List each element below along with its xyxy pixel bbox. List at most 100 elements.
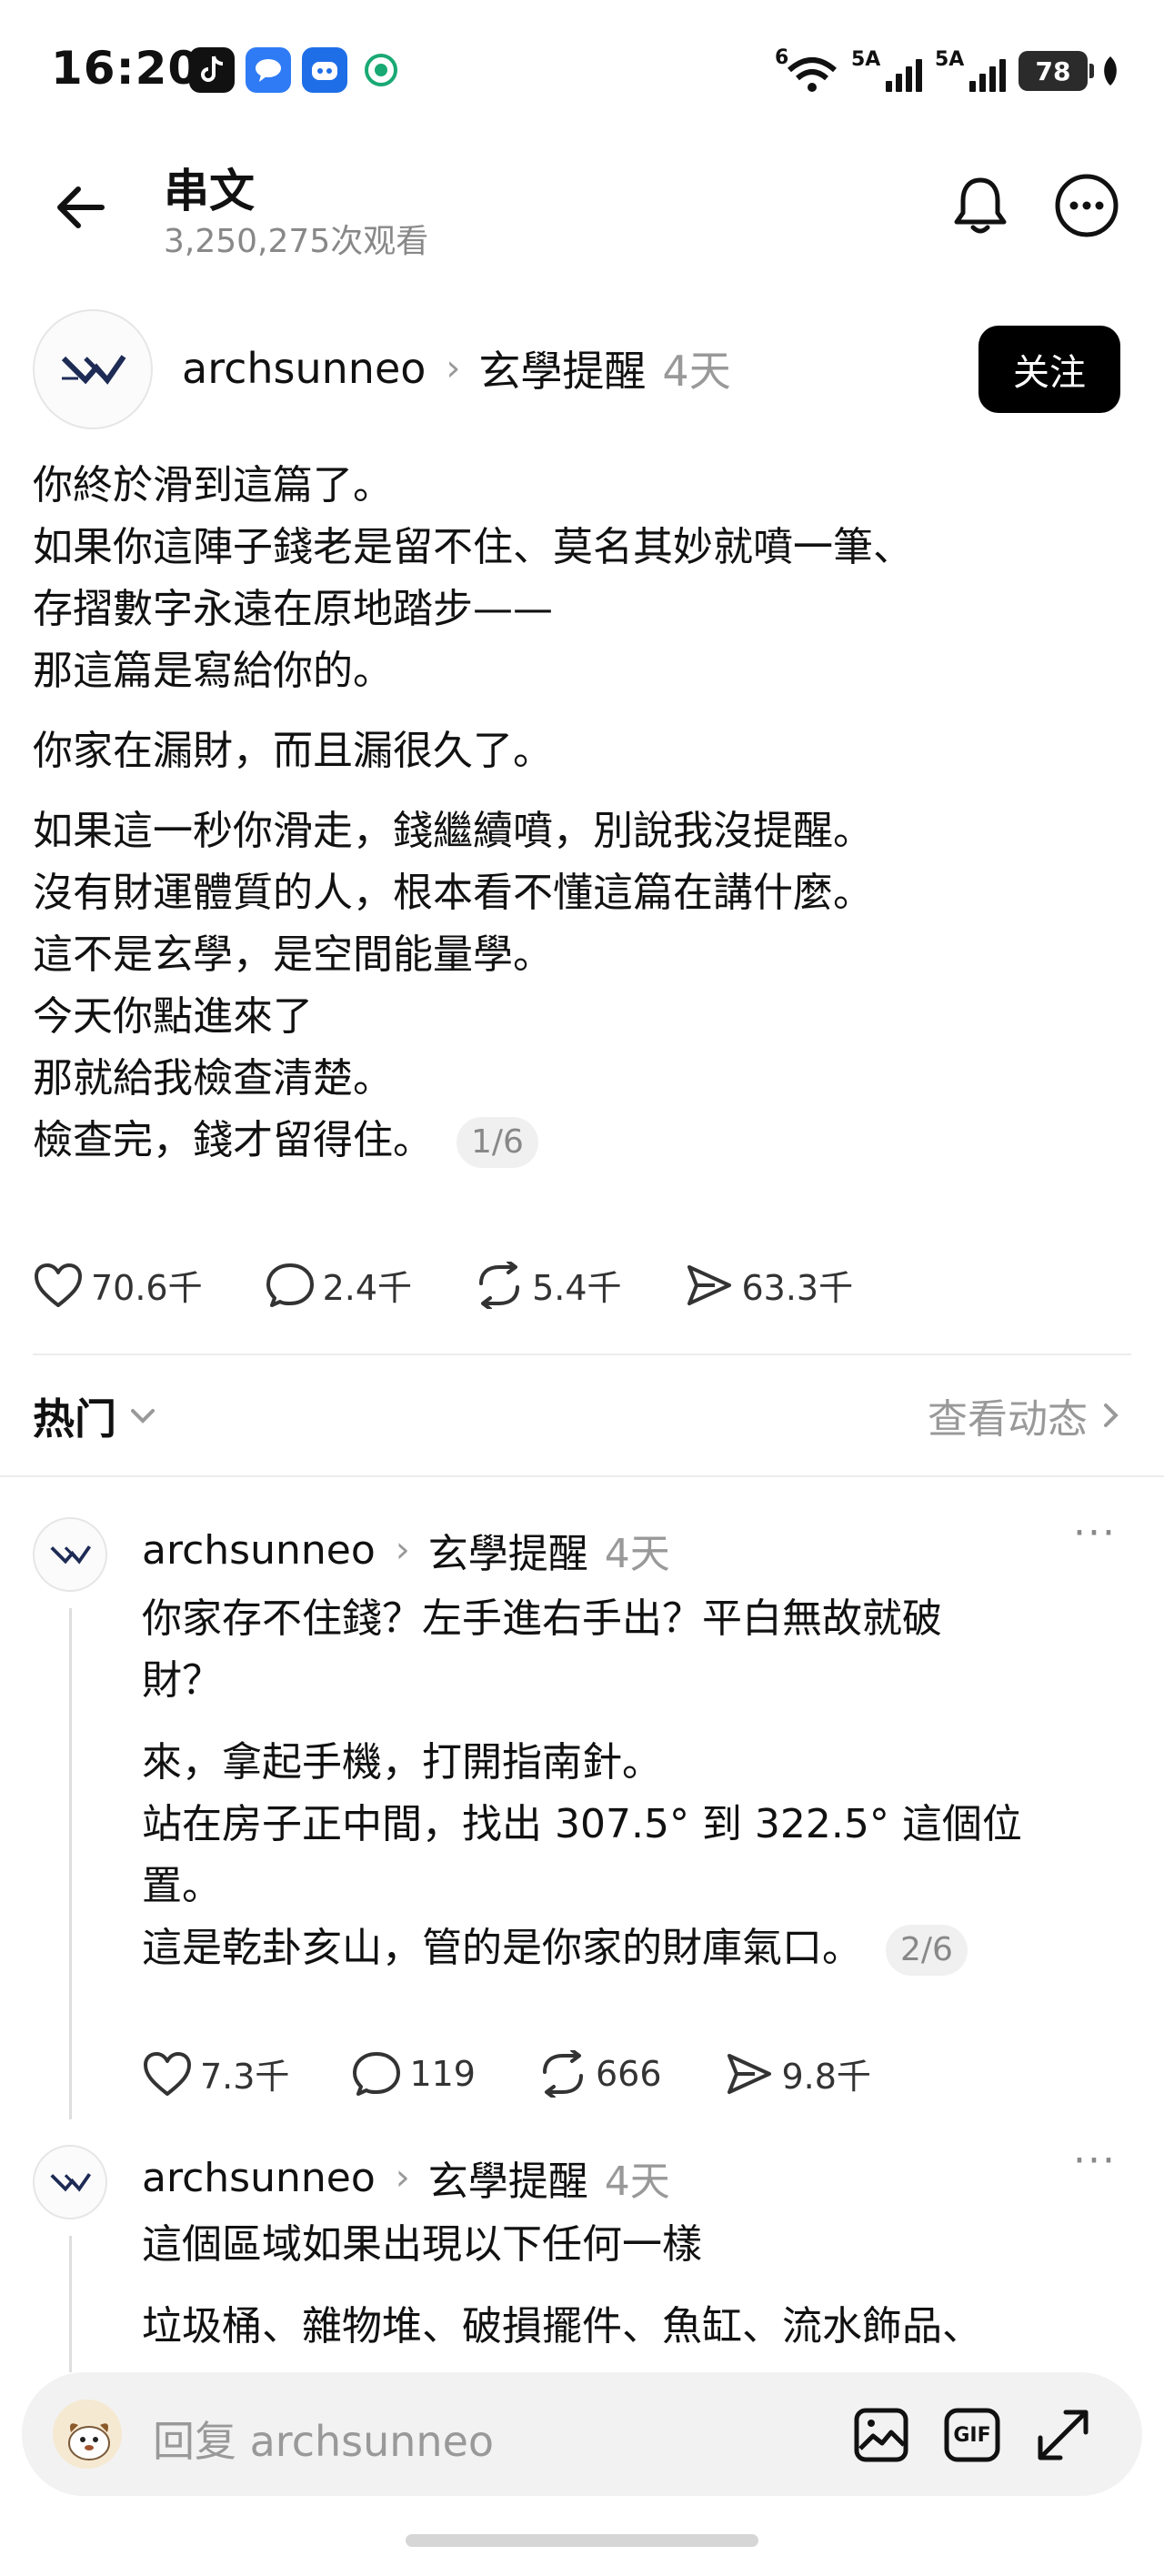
thread-header: 串文 3,250,275次观看 xyxy=(0,146,1164,273)
reply-line: 來，拿起手機，打開指南針。 xyxy=(142,1739,662,1786)
reply-line: 垃圾桶、雜物堆、破損擺件、魚缸、流水飾品、 xyxy=(142,2303,982,2350)
post-line: 這不是玄學，是空間能量學。 xyxy=(33,931,553,978)
post-line: 你終於滑到這篇了。 xyxy=(33,462,393,508)
reply-line: 你家存不住錢？左手進右手出？平白無故就破 xyxy=(142,1595,942,1642)
signal-icon-2: 5A xyxy=(935,48,1006,94)
reply-avatar[interactable] xyxy=(33,1517,107,1592)
back-button[interactable] xyxy=(47,175,113,240)
post-paragraph: 你家在漏財，而且漏很久了。 xyxy=(33,720,1124,782)
post-author-row: archsunneo › 玄學提醒 4天 xyxy=(182,338,731,398)
reply-more-button[interactable]: ··· xyxy=(1073,2138,1117,2184)
comment-count: 2.4千 xyxy=(322,1268,413,1308)
repost-button[interactable]: 5.4千 xyxy=(474,1260,622,1310)
reply-input[interactable]: 回复 archsunneo xyxy=(153,2409,494,2469)
gif-button[interactable]: GIF xyxy=(942,2405,1002,2465)
repost-icon xyxy=(542,2049,583,2098)
repost-count: 5.4千 xyxy=(532,1268,622,1308)
image-attach-button[interactable] xyxy=(851,2405,911,2465)
post-paragraph: 如果這一秒你滑走，錢繼續噴，別說我沒提醒。 沒有財運體質的人，根本看不懂這篇在講… xyxy=(33,800,1124,1172)
comment-button[interactable]: 119 xyxy=(351,2050,476,2098)
repost-button[interactable]: 666 xyxy=(537,2049,662,2098)
reply-line: 站在房子正中間，找出 307.5° 到 322.5° 這個位 xyxy=(142,1801,1022,1847)
chevron-right-icon: › xyxy=(446,347,461,389)
battery-indicator: 78 xyxy=(1018,51,1094,91)
status-time: 16:20 xyxy=(51,42,201,95)
tiktok-app-icon xyxy=(189,47,235,93)
chevron-right-icon xyxy=(1104,1404,1119,1427)
post-line: 沒有財運體質的人，根本看不懂這篇在講什麼。 xyxy=(33,870,873,916)
sort-label: 热门 xyxy=(33,1394,116,1444)
post-line: 檢查完，錢才留得住。 xyxy=(33,1117,433,1163)
post-line: 那這篇是寫給你的。 xyxy=(33,648,393,694)
signal-label-2: 5A xyxy=(935,48,965,71)
like-count: 70.6千 xyxy=(91,1268,203,1308)
more-icon xyxy=(1055,174,1119,237)
carrier-app-icon xyxy=(358,47,404,93)
signal-icon-1: 5A xyxy=(851,48,922,94)
robot-app-icon xyxy=(302,47,347,93)
wifi-icon: 6 xyxy=(775,46,838,94)
expand-composer-button[interactable] xyxy=(1033,2405,1093,2465)
leaf-icon xyxy=(1104,56,1117,86)
reply-topic-tag[interactable]: 玄學提醒 xyxy=(428,1521,588,1579)
gif-label: GIF xyxy=(953,2423,991,2447)
section-divider xyxy=(0,1475,1164,1477)
reply-paragraph: 你家存不住錢？左手進右手出？平白無故就破 財？ xyxy=(142,1588,1124,1712)
like-count: 7.3千 xyxy=(200,2057,290,2097)
reply-more-button[interactable]: ··· xyxy=(1073,1510,1117,1556)
image-icon xyxy=(854,2408,908,2462)
thread-line xyxy=(69,1608,72,2119)
reply-author-row: archsunneo › 玄學提醒 4天 xyxy=(142,2148,670,2207)
status-indicators: 6 5A 5A 78 xyxy=(775,45,1120,96)
reply-line: 這個區域如果出現以下任何一樣 xyxy=(142,2221,702,2268)
follow-button[interactable]: 关注 xyxy=(978,326,1120,413)
post-body: 你終於滑到這篇了。 如果你這陣子錢老是留不住、莫名其妙就噴一筆、 存摺數字永遠在… xyxy=(33,455,1124,1190)
reply-actions: 7.3千 119 666 9.8千 xyxy=(142,2048,933,2098)
reply-avatar[interactable] xyxy=(33,2145,107,2219)
logo-icon xyxy=(50,1545,92,1565)
notification-button[interactable] xyxy=(944,169,1017,242)
author-avatar[interactable] xyxy=(33,309,153,429)
topic-tag[interactable]: 玄學提醒 xyxy=(478,338,646,398)
reply-username[interactable]: archsunneo xyxy=(142,1527,376,1574)
reply-body: 你家存不住錢？左手進右手出？平白無故就破 財？ 來，拿起手機，打開指南針。 站在… xyxy=(142,1588,1124,1999)
sort-dropdown[interactable]: 热门 xyxy=(33,1386,156,1446)
reply-username[interactable]: archsunneo xyxy=(142,2155,376,2201)
reply-paragraph: 來，拿起手機，打開指南針。 站在房子正中間，找出 307.5° 到 322.5°… xyxy=(142,1732,1124,1979)
back-arrow-icon xyxy=(57,186,105,228)
reply-topic-tag[interactable]: 玄學提醒 xyxy=(428,2148,588,2207)
signal-label-1: 5A xyxy=(851,48,881,71)
like-button[interactable]: 70.6千 xyxy=(33,1260,203,1310)
like-button[interactable]: 7.3千 xyxy=(142,2048,289,2098)
reply-age: 4天 xyxy=(604,2158,670,2205)
comment-button[interactable]: 2.4千 xyxy=(265,1260,412,1310)
author-username[interactable]: archsunneo xyxy=(182,344,426,393)
see-activity-link[interactable]: 查看动态 xyxy=(928,1386,1120,1444)
post-line: 今天你點進來了 xyxy=(33,993,313,1040)
post-age: 4天 xyxy=(662,347,731,396)
reply-paragraph: 這個區域如果出現以下任何一樣 xyxy=(142,2214,1124,2276)
thread-line xyxy=(69,2236,72,2372)
logo-icon xyxy=(50,2173,92,2192)
chevron-right-icon: › xyxy=(395,2157,410,2199)
post-actions: 70.6千 2.4千 5.4千 63.3千 xyxy=(33,1260,915,1310)
heart-icon xyxy=(35,1263,82,1307)
comment-icon xyxy=(353,2051,401,2096)
reply-composer[interactable]: 回复 archsunneo GIF xyxy=(22,2372,1142,2496)
share-button[interactable]: 63.3千 xyxy=(684,1260,853,1310)
share-button[interactable]: 9.8千 xyxy=(724,2048,871,2098)
reply-age: 4天 xyxy=(604,1531,670,1577)
post-paragraph: 你終於滑到這篇了。 如果你這陣子錢老是留不住、莫名其妙就噴一筆、 存摺數字永遠在… xyxy=(33,455,1124,702)
bell-icon xyxy=(954,177,1007,234)
reply-author-row: archsunneo › 玄學提醒 4天 xyxy=(142,1521,670,1579)
repost-count: 666 xyxy=(595,2053,662,2094)
chevron-down-icon xyxy=(131,1409,155,1424)
page-title: 串文 xyxy=(164,165,255,217)
reply-body: 這個區域如果出現以下任何一樣 垃圾桶、雜物堆、破損擺件、魚缸、流水飾品、 xyxy=(142,2214,1124,2378)
comment-icon xyxy=(266,1263,314,1307)
home-indicator[interactable] xyxy=(406,2534,758,2547)
user-avatar xyxy=(53,2400,122,2469)
more-options-button[interactable] xyxy=(1050,169,1123,242)
comment-count: 119 xyxy=(409,2053,476,2094)
post-line: 如果你這陣子錢老是留不住、莫名其妙就噴一筆、 xyxy=(33,524,913,570)
